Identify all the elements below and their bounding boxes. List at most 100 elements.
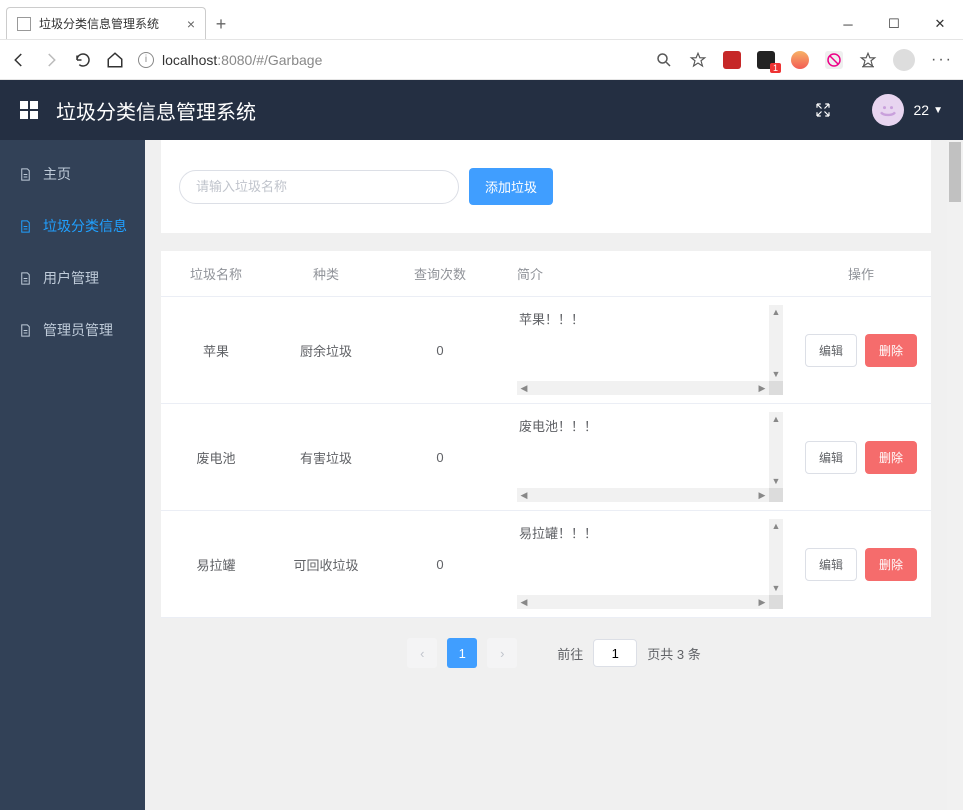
delete-button[interactable]: 删除 [865, 548, 917, 581]
sidebar-item-home[interactable]: 主页 [0, 148, 145, 200]
home-button[interactable] [106, 51, 124, 69]
scroll-left-icon[interactable]: ◀ [517, 488, 531, 502]
th-ops: 操作 [791, 264, 931, 283]
cell-ops: 编辑删除 [791, 334, 931, 367]
goto-page-input[interactable] [593, 639, 637, 667]
goto-label: 前往 [557, 644, 583, 663]
close-icon[interactable]: × [187, 16, 195, 32]
sidebar-item-admins[interactable]: 管理员管理 [0, 304, 145, 356]
app-logo-icon [20, 101, 38, 119]
sidebar-item-label: 主页 [43, 164, 71, 184]
scrollbar-thumb[interactable] [949, 142, 961, 202]
sidebar: 主页 垃圾分类信息 用户管理 管理员管理 [0, 140, 145, 810]
scroll-down-icon[interactable]: ▼ [769, 367, 783, 381]
scroll-down-icon[interactable]: ▼ [769, 474, 783, 488]
next-page-button[interactable]: › [487, 638, 517, 668]
table-header: 垃圾名称 种类 查询次数 简介 操作 [161, 251, 931, 297]
sidebar-item-label: 管理员管理 [43, 320, 113, 340]
app-header: 垃圾分类信息管理系统 22 ▼ [0, 80, 963, 140]
site-info-icon[interactable]: i [138, 52, 154, 68]
browser-tab[interactable]: 垃圾分类信息管理系统 × [6, 7, 206, 39]
th-type: 种类 [271, 264, 381, 283]
cell-desc: 苹果！！！▲▼◀▶ [499, 297, 791, 403]
desc-scroll-horizontal[interactable]: ◀▶ [517, 381, 769, 395]
fullscreen-icon[interactable] [814, 101, 832, 119]
table-row: 废电池有害垃圾0废电池！！！▲▼◀▶编辑删除 [161, 404, 931, 511]
desc-scroll-vertical[interactable]: ▲▼ [769, 305, 783, 381]
scroll-up-icon[interactable]: ▲ [769, 519, 783, 533]
cell-count: 0 [381, 450, 499, 465]
file-icon [17, 17, 31, 31]
scrollbar-vertical[interactable] [947, 140, 963, 810]
favorites-bar-icon[interactable] [859, 51, 877, 69]
user-badge: 22 [914, 102, 930, 118]
scroll-up-icon[interactable]: ▲ [769, 305, 783, 319]
scroll-left-icon[interactable]: ◀ [517, 381, 531, 395]
url-port: :8080 [217, 52, 252, 68]
close-window-button[interactable]: ✕ [917, 9, 963, 39]
delete-button[interactable]: 删除 [865, 441, 917, 474]
search-input[interactable] [179, 170, 459, 204]
app-title: 垃圾分类信息管理系统 [56, 96, 256, 125]
new-tab-button[interactable]: + [206, 14, 236, 39]
prev-page-button[interactable]: ‹ [407, 638, 437, 668]
more-icon[interactable]: ··· [931, 51, 953, 69]
toolbar-card: 添加垃圾 [161, 140, 931, 233]
extension-badge: 1 [770, 63, 781, 73]
scroll-down-icon[interactable]: ▼ [769, 581, 783, 595]
add-button[interactable]: 添加垃圾 [469, 168, 553, 205]
extension-icon-2[interactable] [791, 51, 809, 69]
forward-button[interactable] [42, 51, 60, 69]
cell-desc: 废电池！！！▲▼◀▶ [499, 404, 791, 510]
cell-desc: 易拉罐！！！▲▼◀▶ [499, 511, 791, 617]
cell-name: 废电池 [161, 448, 271, 467]
cell-type: 有害垃圾 [271, 448, 381, 467]
user-avatar[interactable] [872, 94, 904, 126]
app-body: 主页 垃圾分类信息 用户管理 管理员管理 添加垃圾 垃圾 [0, 140, 963, 810]
sidebar-item-label: 用户管理 [43, 268, 99, 288]
scroll-corner [769, 488, 783, 502]
th-count: 查询次数 [381, 264, 499, 283]
file-icon [18, 271, 33, 286]
edit-button[interactable]: 编辑 [805, 334, 857, 367]
scroll-up-icon[interactable]: ▲ [769, 412, 783, 426]
maximize-button[interactable]: ☐ [871, 9, 917, 39]
favorite-icon[interactable] [689, 51, 707, 69]
edit-button[interactable]: 编辑 [805, 441, 857, 474]
desc-scroll-horizontal[interactable]: ◀▶ [517, 595, 769, 609]
url-host: localhost [162, 52, 217, 68]
file-icon [18, 323, 33, 338]
desc-scroll-vertical[interactable]: ▲▼ [769, 412, 783, 488]
scroll-left-icon[interactable]: ◀ [517, 595, 531, 609]
extension-icon[interactable]: 1 [757, 51, 775, 69]
scroll-right-icon[interactable]: ▶ [755, 381, 769, 395]
refresh-button[interactable] [74, 51, 92, 69]
cell-ops: 编辑删除 [791, 441, 931, 474]
data-table: 垃圾名称 种类 查询次数 简介 操作 苹果厨余垃圾0苹果！！！▲▼◀▶编辑删除废… [161, 251, 931, 618]
scroll-right-icon[interactable]: ▶ [755, 595, 769, 609]
page-number-button[interactable]: 1 [447, 638, 477, 668]
extension-icon-3[interactable] [825, 51, 843, 69]
search-icon[interactable] [655, 51, 673, 69]
sidebar-item-garbage[interactable]: 垃圾分类信息 [0, 200, 145, 252]
chevron-down-icon[interactable]: ▼ [933, 105, 943, 116]
desc-scroll-horizontal[interactable]: ◀▶ [517, 488, 769, 502]
total-label: 页共 3 条 [647, 644, 700, 663]
delete-button[interactable]: 删除 [865, 334, 917, 367]
back-button[interactable] [10, 51, 28, 69]
window-controls: ─ ☐ ✕ [825, 9, 963, 39]
scroll-right-icon[interactable]: ▶ [755, 488, 769, 502]
sidebar-item-users[interactable]: 用户管理 [0, 252, 145, 304]
minimize-button[interactable]: ─ [825, 9, 871, 39]
pagination: ‹ 1 › 前往 页共 3 条 [145, 618, 963, 688]
desc-scroll-vertical[interactable]: ▲▼ [769, 519, 783, 595]
address-bar[interactable]: i localhost:8080/#/Garbage [138, 52, 641, 68]
cell-count: 0 [381, 557, 499, 572]
desc-text: 苹果！！！ [517, 305, 769, 381]
edit-button[interactable]: 编辑 [805, 548, 857, 581]
profile-icon[interactable] [893, 49, 915, 71]
scroll-corner [769, 595, 783, 609]
url-path: /#/Garbage [252, 52, 322, 68]
ublock-icon[interactable] [723, 51, 741, 69]
cell-name: 苹果 [161, 341, 271, 360]
